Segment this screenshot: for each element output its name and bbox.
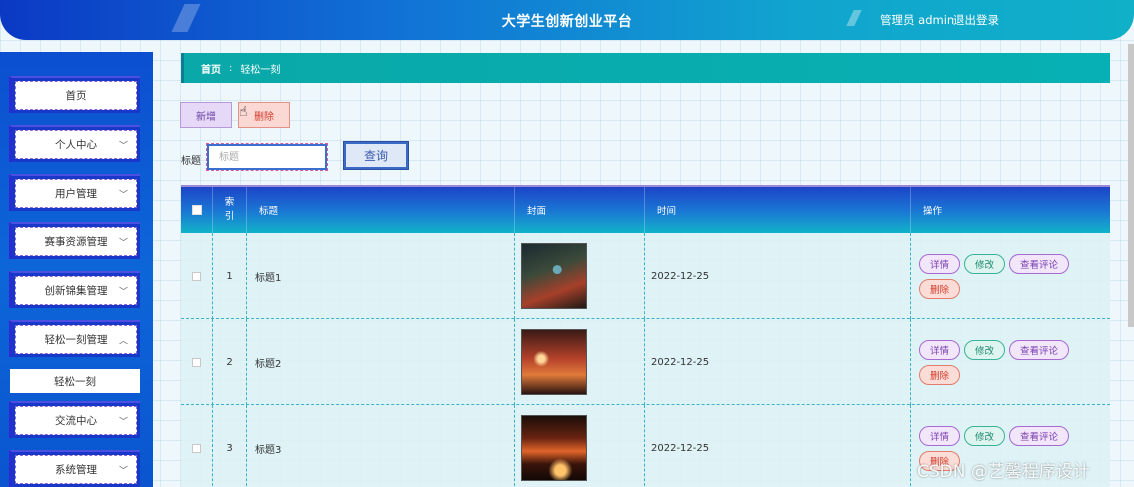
sidebar-item-relax[interactable]: 轻松一刻管理 ︿: [9, 320, 140, 357]
sidebar-item-profile[interactable]: 个人中心 ﹀: [9, 125, 140, 162]
cover-image[interactable]: [521, 415, 587, 481]
breadcrumb-home[interactable]: 首页: [201, 61, 221, 76]
chevron-down-icon: ﹀: [118, 466, 128, 476]
breadcrumb: 首页 : 轻松一刻: [181, 53, 1110, 83]
sidebar-item-label: 赛事资源管理: [44, 236, 108, 248]
sidebar-item-button[interactable]: 赛事资源管理 ﹀: [15, 227, 137, 256]
chevron-down-icon: ﹀: [118, 417, 128, 427]
cover-image[interactable]: [521, 329, 587, 395]
search-input[interactable]: [206, 143, 328, 171]
row-delete-button[interactable]: 删除: [919, 364, 960, 385]
submenu-item-relax[interactable]: 轻松一刻: [10, 369, 140, 393]
sidebar-item-label: 首页: [65, 90, 87, 102]
sidebar-item-label: 轻松一刻管理: [44, 334, 108, 346]
chevron-down-icon: ﹀: [118, 141, 128, 151]
sidebar-item-button[interactable]: 首页: [15, 81, 137, 110]
row-time: 2022-12-25: [645, 405, 911, 487]
row-index: 1: [213, 233, 247, 319]
sidebar-item-button[interactable]: 创新锦集管理 ﹀: [15, 276, 137, 305]
table-row: 1 标题1 2022-12-25 详情 修改 查看评论 删除: [181, 233, 1110, 319]
sidebar-item-button[interactable]: 交流中心 ﹀: [15, 406, 137, 435]
page-scrollbar[interactable]: [1128, 44, 1134, 327]
add-button[interactable]: 新增: [180, 102, 232, 128]
row-title: 标题2: [247, 319, 515, 405]
breadcrumb-current: 轻松一刻: [240, 64, 281, 76]
row-select-cell: [181, 319, 213, 405]
select-all-checkbox[interactable]: [191, 205, 202, 215]
edit-button[interactable]: 修改: [964, 253, 1005, 274]
row-title: 标题3: [247, 405, 515, 487]
row-cover-cell: [515, 233, 645, 319]
header-cell-time: 时间: [645, 187, 911, 233]
search-label: 标题: [181, 156, 201, 167]
row-delete-button[interactable]: 删除: [919, 278, 960, 299]
view-comments-button[interactable]: 查看评论: [1009, 425, 1069, 446]
row-cover-cell: [515, 319, 645, 405]
sidebar-item-label: 创新锦集管理: [44, 285, 108, 297]
user-info: 管理员 admin: [880, 13, 955, 27]
table-row: 2 标题2 2022-12-25 详情 修改 查看评论 删除: [181, 319, 1110, 405]
sidebar-item-label: 个人中心: [55, 139, 97, 151]
sidebar-item-button[interactable]: 轻松一刻管理 ︿: [15, 325, 137, 354]
sidebar-item-button[interactable]: 系统管理 ﹀: [15, 455, 137, 484]
chevron-up-icon: ︿: [118, 336, 128, 346]
sidebar-item-button[interactable]: 用户管理 ﹀: [15, 179, 137, 208]
row-index: 3: [213, 405, 247, 487]
sidebar-item-innovation[interactable]: 创新锦集管理 ﹀: [9, 271, 140, 308]
top-header: 大学生创新创业平台 管理员 admin 退出登录: [0, 0, 1134, 40]
row-select-cell: [181, 405, 213, 487]
view-comments-button[interactable]: 查看评论: [1009, 253, 1069, 274]
sidebar-item-contest-resources[interactable]: 赛事资源管理 ﹀: [9, 222, 140, 259]
chevron-down-icon: ﹀: [118, 190, 128, 200]
row-cover-cell: [515, 405, 645, 487]
data-table: 索引 标题 封面 时间 操作 1 标题1 2022-12-25 详情 修改 查看…: [181, 185, 1110, 487]
logout-link[interactable]: 退出登录: [953, 12, 999, 28]
sidebar-item-system[interactable]: 系统管理 ﹀: [9, 450, 140, 487]
header-cell-select: [181, 187, 213, 233]
chevron-down-icon: ﹀: [118, 287, 128, 297]
row-select-cell: [181, 233, 213, 319]
sidebar-item-label: 用户管理: [55, 188, 97, 200]
row-checkbox[interactable]: [192, 443, 201, 453]
header-cell-index: 索引: [213, 187, 247, 233]
header-cell-cover: 封面: [515, 187, 645, 233]
header-cell-actions: 操作: [923, 206, 943, 217]
detail-button[interactable]: 详情: [919, 339, 960, 360]
row-time: 2022-12-25: [645, 319, 911, 405]
table-header: 索引 标题 封面 时间 操作: [181, 187, 1110, 233]
watermark: CSDN @艺馨程序设计: [917, 462, 1090, 482]
search-button[interactable]: 查询: [344, 142, 408, 169]
detail-button[interactable]: 详情: [919, 253, 960, 274]
sidebar: 首页 个人中心 ﹀ 用户管理 ﹀ 赛事资源管理 ﹀ 创新锦集管理 ﹀ 轻松一刻管…: [0, 52, 153, 487]
row-checkbox[interactable]: [192, 271, 201, 281]
row-index: 2: [213, 319, 247, 405]
cover-image[interactable]: [521, 243, 587, 309]
detail-button[interactable]: 详情: [919, 425, 960, 446]
sidebar-item-label: 交流中心: [55, 415, 97, 427]
sidebar-item-home[interactable]: 首页: [9, 76, 140, 113]
row-time: 2022-12-25: [645, 233, 911, 319]
breadcrumb-separator: :: [229, 62, 233, 74]
sidebar-item-users[interactable]: 用户管理 ﹀: [9, 174, 140, 211]
chevron-down-icon: ﹀: [118, 238, 128, 248]
header-index-label: 索引: [224, 197, 235, 222]
edit-button[interactable]: 修改: [964, 339, 1005, 360]
row-title: 标题1: [247, 233, 515, 319]
header-cell-title: 标题: [247, 187, 515, 233]
sidebar-item-button[interactable]: 个人中心 ﹀: [15, 130, 137, 159]
row-actions: 详情 修改 查看评论 删除: [911, 319, 1110, 405]
sidebar-item-exchange[interactable]: 交流中心 ﹀: [9, 401, 140, 438]
row-checkbox[interactable]: [192, 357, 201, 367]
hand-cursor-icon: ☝: [239, 104, 248, 120]
view-comments-button[interactable]: 查看评论: [1009, 339, 1069, 360]
sidebar-item-label: 系统管理: [55, 464, 97, 476]
edit-button[interactable]: 修改: [964, 425, 1005, 446]
row-actions: 详情 修改 查看评论 删除: [911, 233, 1110, 319]
